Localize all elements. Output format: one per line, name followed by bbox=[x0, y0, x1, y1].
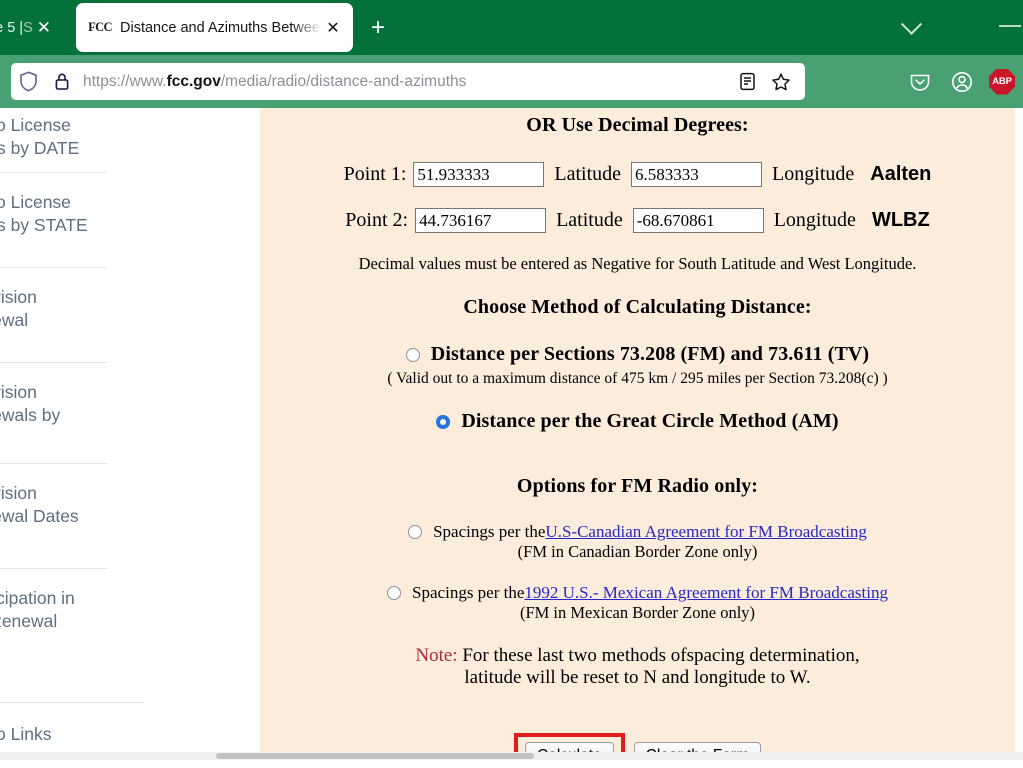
sidebar-item-label: Participation in the Renewal bbox=[0, 588, 75, 631]
url-scheme: https://www. bbox=[83, 72, 167, 90]
method-option-great-circle[interactable]: Distance per the Great Circle Method (AM… bbox=[260, 410, 1015, 433]
sidebar-item-television-renewal[interactable]: Television Renewal bbox=[0, 268, 260, 344]
point-1-latitude-input[interactable] bbox=[413, 162, 545, 187]
window-minimize-icon[interactable] bbox=[999, 25, 1021, 27]
point-1-row: Point 1: Latitude Longitude Aalten bbox=[260, 162, 1015, 187]
fm-option-us-mexican[interactable]: Spacings per the 1992 U.S.- Mexican Agre… bbox=[260, 583, 1015, 603]
radio-button-us-canadian[interactable] bbox=[408, 525, 423, 539]
url-host: fcc.gov bbox=[166, 72, 221, 90]
method-option-great-circle-label: Distance per the Great Circle Method (AM… bbox=[461, 410, 839, 432]
url-path: /media/radio/distance-and-azimuths bbox=[220, 72, 467, 90]
sidebar-item-label: Television Renewal bbox=[0, 287, 37, 330]
radio-button-sections[interactable] bbox=[405, 347, 420, 362]
sidebar-item-television-renewal-dates[interactable]: Television Renewal Dates bbox=[0, 464, 260, 558]
note-line-1: Note: For these last two methods ofspaci… bbox=[260, 645, 1015, 667]
page-viewport: Radio License Dates by DATE Radio Licens… bbox=[0, 108, 1023, 760]
point-1-longitude-unit: Longitude bbox=[772, 163, 855, 185]
note-line-2: latitude will be reset to N and longitud… bbox=[464, 667, 811, 688]
reader-view-icon[interactable] bbox=[733, 68, 761, 96]
tab-partial-label: e 5 | bbox=[0, 19, 24, 36]
decimal-values-note: Decimal values must be entered as Negati… bbox=[358, 254, 917, 273]
sidebar-item-label: Radio License Dates by DATE bbox=[0, 115, 80, 158]
fm-options-heading: Options for FM Radio only: bbox=[516, 475, 759, 497]
sidebar-item-label: Television Renewal Dates bbox=[0, 483, 79, 526]
radio-button-us-mexican[interactable] bbox=[387, 586, 402, 600]
sidebar-item-label: Radio Links bbox=[0, 724, 52, 744]
new-tab-button[interactable]: + bbox=[362, 12, 394, 44]
account-icon[interactable] bbox=[947, 67, 977, 97]
fm-option-us-canadian-sublabel: (FM in Canadian Border Zone only) bbox=[517, 542, 758, 561]
point-2-longitude-input[interactable] bbox=[632, 208, 764, 233]
point-2-longitude-unit: Longitude bbox=[773, 209, 856, 231]
fm-option-us-mexican-prefix: Spacings per the bbox=[412, 583, 525, 602]
sidebar-item-radio-license-dates-by-date[interactable]: Radio License Dates by DATE bbox=[0, 114, 260, 172]
tab-title: Distance and Azimuths Between bbox=[120, 19, 321, 36]
radio-button-great-circle[interactable] bbox=[436, 414, 451, 429]
point-1-latitude-unit: Latitude bbox=[554, 163, 622, 185]
close-icon[interactable]: ✕ bbox=[323, 18, 343, 38]
point-1-label: Point 1: bbox=[343, 163, 407, 185]
sidebar-navigation: Radio License Dates by DATE Radio Licens… bbox=[0, 108, 260, 760]
horizontal-scrollbar[interactable] bbox=[0, 752, 1023, 760]
method-heading: Choose Method of Calculating Distance: bbox=[463, 296, 812, 318]
point-1-name: Aalten bbox=[870, 163, 932, 185]
method-option-sections-label: Distance per Sections 73.208 (FM) and 73… bbox=[430, 343, 870, 365]
decimal-degrees-heading: OR Use Decimal Degrees: bbox=[526, 114, 749, 136]
sidebar-item-label: Television Renewals by bbox=[0, 382, 61, 425]
browser-window: e 5 | S ✕ FCC Distance and Azimuths Betw… bbox=[0, 0, 1023, 768]
lock-icon[interactable] bbox=[45, 63, 79, 100]
toolbar-extension-area: ABP bbox=[905, 63, 1015, 100]
tab-partial-label-dim: S bbox=[23, 19, 33, 36]
tab-active-fcc[interactable]: FCC Distance and Azimuths Between ✕ bbox=[76, 3, 353, 52]
url-bar-actions bbox=[733, 68, 799, 96]
main-content: OR Use Decimal Degrees: Point 1: Latitud… bbox=[260, 108, 1015, 760]
fm-option-us-mexican-sublabel: (FM in Mexican Border Zone only) bbox=[519, 603, 756, 622]
sidebar-item-radio-license-dates-by-state[interactable]: Radio License Dates by STATE bbox=[0, 173, 260, 249]
shield-icon[interactable] bbox=[11, 63, 45, 100]
fm-option-us-canadian[interactable]: Spacings per the U.S-Canadian Agreement … bbox=[260, 522, 1015, 542]
fm-option-us-canadian-prefix: Spacings per the bbox=[433, 522, 546, 541]
close-icon[interactable]: ✕ bbox=[37, 19, 51, 36]
tab-strip: e 5 | S ✕ FCC Distance and Azimuths Betw… bbox=[0, 0, 1023, 55]
method-option-sections[interactable]: Distance per Sections 73.208 (FM) and 73… bbox=[260, 343, 1015, 366]
url-text: https://www.fcc.gov/media/radio/distance… bbox=[83, 73, 733, 91]
fcc-favicon-icon: FCC bbox=[88, 20, 112, 34]
point-1-longitude-input[interactable] bbox=[631, 162, 763, 187]
point-2-label: Point 2: bbox=[345, 209, 409, 231]
point-2-latitude-input[interactable] bbox=[415, 208, 547, 233]
point-2-latitude-unit: Latitude bbox=[556, 209, 623, 231]
adblock-plus-icon[interactable]: ABP bbox=[989, 68, 1015, 95]
sidebar-item-television-renewals-by[interactable]: Television Renewals by bbox=[0, 363, 260, 463]
fm-option-us-mexican-link[interactable]: 1992 U.S.- Mexican Agreement for FM Broa… bbox=[524, 583, 888, 603]
method-option-sections-sublabel: ( Valid out to a maximum distance of 475… bbox=[387, 370, 888, 387]
point-2-row: Point 2: Latitude Longitude WLBZ bbox=[260, 208, 1015, 233]
horizontal-scrollbar-thumb[interactable] bbox=[216, 753, 534, 759]
note-label: Note: bbox=[415, 645, 458, 666]
chevron-down-icon bbox=[900, 13, 922, 35]
note-text-1: For these last two methods ofspacing det… bbox=[457, 645, 860, 666]
pocket-icon[interactable] bbox=[905, 67, 935, 97]
list-all-tabs-button[interactable] bbox=[895, 12, 927, 44]
sidebar-item-participation-in-the-renewal[interactable]: Participation in the Renewal bbox=[0, 569, 260, 702]
tab-background-partial[interactable]: e 5 | S ✕ bbox=[0, 3, 55, 52]
fm-option-us-canadian-link[interactable]: U.S-Canadian Agreement for FM Broadcasti… bbox=[545, 522, 867, 542]
navigation-toolbar: https://www.fcc.gov/media/radio/distance… bbox=[0, 55, 1023, 108]
star-icon[interactable] bbox=[767, 68, 795, 96]
point-2-name: WLBZ bbox=[871, 209, 930, 231]
sidebar-item-label: Radio License Dates by STATE bbox=[0, 192, 88, 235]
url-bar[interactable]: https://www.fcc.gov/media/radio/distance… bbox=[11, 63, 805, 100]
